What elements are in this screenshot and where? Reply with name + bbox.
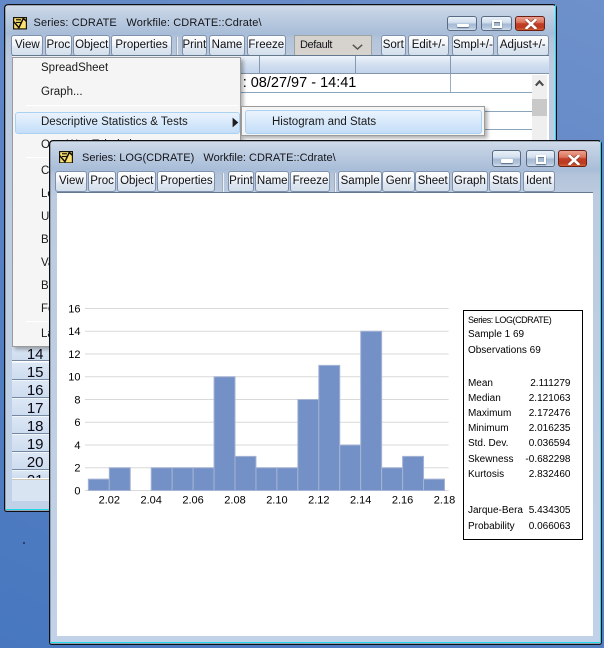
svg-text:2.06: 2.06 bbox=[182, 494, 203, 506]
svg-text:16: 16 bbox=[68, 303, 80, 315]
svg-text:2.02: 2.02 bbox=[99, 494, 120, 506]
svg-text:2.16: 2.16 bbox=[392, 494, 413, 506]
svg-text:6: 6 bbox=[74, 417, 80, 429]
svg-text:12: 12 bbox=[68, 349, 80, 361]
svg-text:2.14: 2.14 bbox=[350, 494, 371, 506]
svg-text:10: 10 bbox=[68, 371, 80, 383]
svg-text:14: 14 bbox=[68, 326, 80, 338]
svg-text:0: 0 bbox=[74, 485, 80, 497]
svg-text:2.12: 2.12 bbox=[308, 494, 329, 506]
svg-text:4: 4 bbox=[74, 440, 80, 452]
svg-text:2.10: 2.10 bbox=[266, 494, 287, 506]
svg-text:2.04: 2.04 bbox=[140, 494, 161, 506]
svg-text:2.08: 2.08 bbox=[224, 494, 245, 506]
svg-text:8: 8 bbox=[74, 394, 80, 406]
svg-text:2: 2 bbox=[74, 462, 80, 474]
svg-text:2.18: 2.18 bbox=[434, 494, 455, 506]
